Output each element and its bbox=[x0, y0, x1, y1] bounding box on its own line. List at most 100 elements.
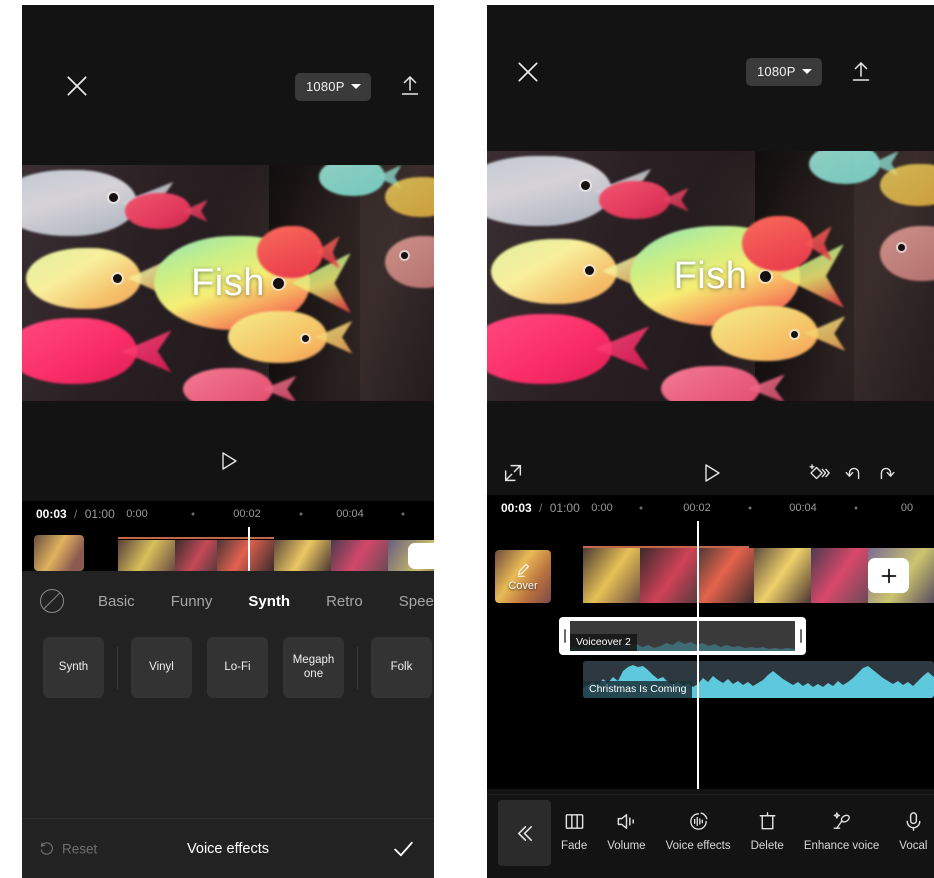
current-time: 00:03 bbox=[501, 501, 532, 515]
ruler-tick: 00:02 bbox=[233, 508, 261, 520]
total-time: 01:00 bbox=[84, 507, 115, 521]
resolution-selector[interactable]: 1080P bbox=[295, 73, 371, 101]
playhead[interactable] bbox=[697, 521, 699, 789]
trim-handle-left[interactable] bbox=[559, 617, 570, 655]
right-timeline-tracks[interactable]: Cover Voiceover 2 Christmas Is Coming bbox=[487, 521, 934, 789]
voiceover-label: Voiceover 2 bbox=[570, 634, 637, 651]
vocal-icon bbox=[902, 807, 925, 833]
voice-effects-icon bbox=[687, 807, 710, 833]
video-preview[interactable]: Fish bbox=[487, 151, 934, 401]
sheet-action-bar: Reset Voice effects bbox=[22, 818, 434, 878]
tool-delete[interactable]: Delete bbox=[741, 807, 794, 852]
left-top-bar: 1080P bbox=[22, 5, 434, 105]
tool-volume[interactable]: Volume bbox=[597, 807, 655, 852]
voiceover-clip-selected[interactable]: Voiceover 2 bbox=[559, 617, 806, 655]
effect-tiles-row[interactable]: Synth Vinyl Lo-Fi Megaph one Folk bbox=[22, 637, 434, 699]
ruler-tick: 00:02 bbox=[683, 502, 711, 514]
sheet-title: Voice effects bbox=[187, 840, 269, 857]
chevron-down-icon bbox=[801, 69, 812, 74]
play-icon[interactable] bbox=[697, 459, 725, 487]
add-clip-button[interactable] bbox=[408, 543, 434, 569]
ruler-tick-dot bbox=[854, 506, 858, 510]
export-icon[interactable] bbox=[849, 60, 873, 84]
tool-label: Fade bbox=[561, 840, 588, 852]
export-icon[interactable] bbox=[398, 74, 422, 98]
ruler-tick-dot bbox=[191, 512, 195, 516]
right-top-bar: 1080P bbox=[487, 5, 934, 105]
tab-synth[interactable]: Synth bbox=[230, 593, 308, 610]
left-timeline-tracks[interactable] bbox=[22, 527, 434, 571]
bottom-toolbar: Fade Volume Voice effects Delete Enhance… bbox=[487, 794, 934, 878]
preview-text-overlay[interactable]: Fish bbox=[22, 165, 434, 401]
reset-button[interactable]: Reset bbox=[38, 840, 97, 857]
timeline-panel: 1080P Fish 00:03 / 01:00 0:00 00:02 00:0… bbox=[487, 5, 934, 878]
effect-tile-vinyl[interactable]: Vinyl bbox=[131, 637, 192, 698]
music-label: Christmas Is Coming bbox=[583, 681, 693, 698]
tool-label: Delete bbox=[750, 840, 784, 852]
close-icon[interactable] bbox=[515, 59, 541, 85]
no-effect-icon[interactable] bbox=[40, 589, 64, 613]
fullscreen-icon[interactable] bbox=[501, 461, 525, 485]
resolution-value: 1080P bbox=[306, 79, 345, 94]
ruler-tick: 00:04 bbox=[789, 502, 817, 514]
undo-icon[interactable] bbox=[842, 461, 866, 485]
time-readout: 00:03 / 01:00 bbox=[501, 501, 580, 515]
ruler-tick: 0:00 bbox=[126, 508, 148, 520]
play-icon[interactable] bbox=[214, 447, 242, 475]
screenshot-stage: 1080P Fish 00:03 / 01:00 0:00 00:02 00:0… bbox=[0, 0, 934, 878]
effect-tile-folk[interactable]: Folk bbox=[371, 637, 432, 698]
effect-tile-lo-fi[interactable]: Lo-Fi bbox=[207, 637, 268, 698]
ruler-tick: 00 bbox=[900, 502, 914, 514]
tool-vocal[interactable]: Vocal bbox=[889, 807, 934, 852]
ruler-tick-dot bbox=[639, 506, 643, 510]
effect-divider bbox=[357, 647, 358, 689]
keyframe-icon[interactable] bbox=[807, 461, 833, 485]
time-readout: 00:03 / 01:00 bbox=[36, 507, 115, 521]
ruler-tick: 00:04 bbox=[336, 508, 364, 520]
tab-retro[interactable]: Retro bbox=[308, 593, 381, 610]
effect-tile-megaphone[interactable]: Megaph one bbox=[283, 637, 344, 698]
video-preview[interactable]: Fish bbox=[22, 165, 434, 401]
cover-label: Cover bbox=[508, 580, 538, 592]
cover-thumbnail[interactable]: Cover bbox=[495, 550, 551, 603]
tab-basic[interactable]: Basic bbox=[80, 593, 153, 610]
collapse-toolbar-button[interactable] bbox=[498, 800, 551, 866]
right-player-controls bbox=[487, 401, 934, 495]
left-timeline-ruler: 00:03 / 01:00 0:00 00:02 00:04 00 bbox=[22, 501, 434, 527]
time-separator: / bbox=[539, 501, 543, 515]
tool-label: Vocal bbox=[899, 840, 928, 852]
ruler-tick-dot bbox=[299, 512, 303, 516]
reset-label: Reset bbox=[62, 841, 98, 856]
ruler-tick-dot bbox=[401, 512, 405, 516]
tool-voice-effects[interactable]: Voice effects bbox=[656, 807, 741, 852]
left-player-controls bbox=[22, 401, 434, 501]
tool-enhance-voice[interactable]: Enhance voice bbox=[794, 807, 889, 852]
voiceover-waveform-body[interactable]: Voiceover 2 bbox=[570, 621, 795, 651]
close-icon[interactable] bbox=[64, 73, 90, 99]
fade-icon bbox=[563, 807, 586, 833]
trim-handle-right[interactable] bbox=[795, 617, 806, 655]
clip-selection-outline bbox=[118, 537, 274, 539]
tool-label: Voice effects bbox=[665, 840, 731, 852]
tool-fade[interactable]: Fade bbox=[551, 807, 597, 852]
tab-speech-to-song[interactable]: Speech t bbox=[381, 593, 434, 610]
ruler-tick-dot bbox=[748, 506, 752, 510]
voice-effects-panel: 1080P Fish 00:03 / 01:00 0:00 00:02 00:0… bbox=[22, 5, 434, 878]
preview-text-overlay[interactable]: Fish bbox=[487, 151, 934, 401]
tab-funny[interactable]: Funny bbox=[153, 593, 231, 610]
music-clip[interactable]: Christmas Is Coming bbox=[583, 661, 934, 698]
resolution-selector[interactable]: 1080P bbox=[746, 58, 822, 86]
redo-icon[interactable] bbox=[874, 461, 898, 485]
tool-label: Enhance voice bbox=[803, 840, 880, 852]
playhead[interactable] bbox=[248, 527, 250, 571]
video-clip-strip[interactable] bbox=[118, 540, 434, 571]
confirm-button[interactable] bbox=[391, 836, 416, 861]
right-timeline-ruler: 00:03 / 01:00 0:00 00:02 00:04 00 bbox=[487, 495, 934, 521]
voice-effects-sheet: Basic Funny Synth Retro Speech t Synth V… bbox=[22, 571, 434, 878]
cover-thumbnail[interactable] bbox=[34, 535, 84, 571]
add-clip-button[interactable] bbox=[868, 558, 909, 593]
effect-divider bbox=[117, 647, 118, 689]
effect-tile-synth[interactable]: Synth bbox=[43, 637, 104, 698]
delete-icon bbox=[756, 807, 779, 833]
effect-category-tabs[interactable]: Basic Funny Synth Retro Speech t bbox=[22, 580, 434, 622]
